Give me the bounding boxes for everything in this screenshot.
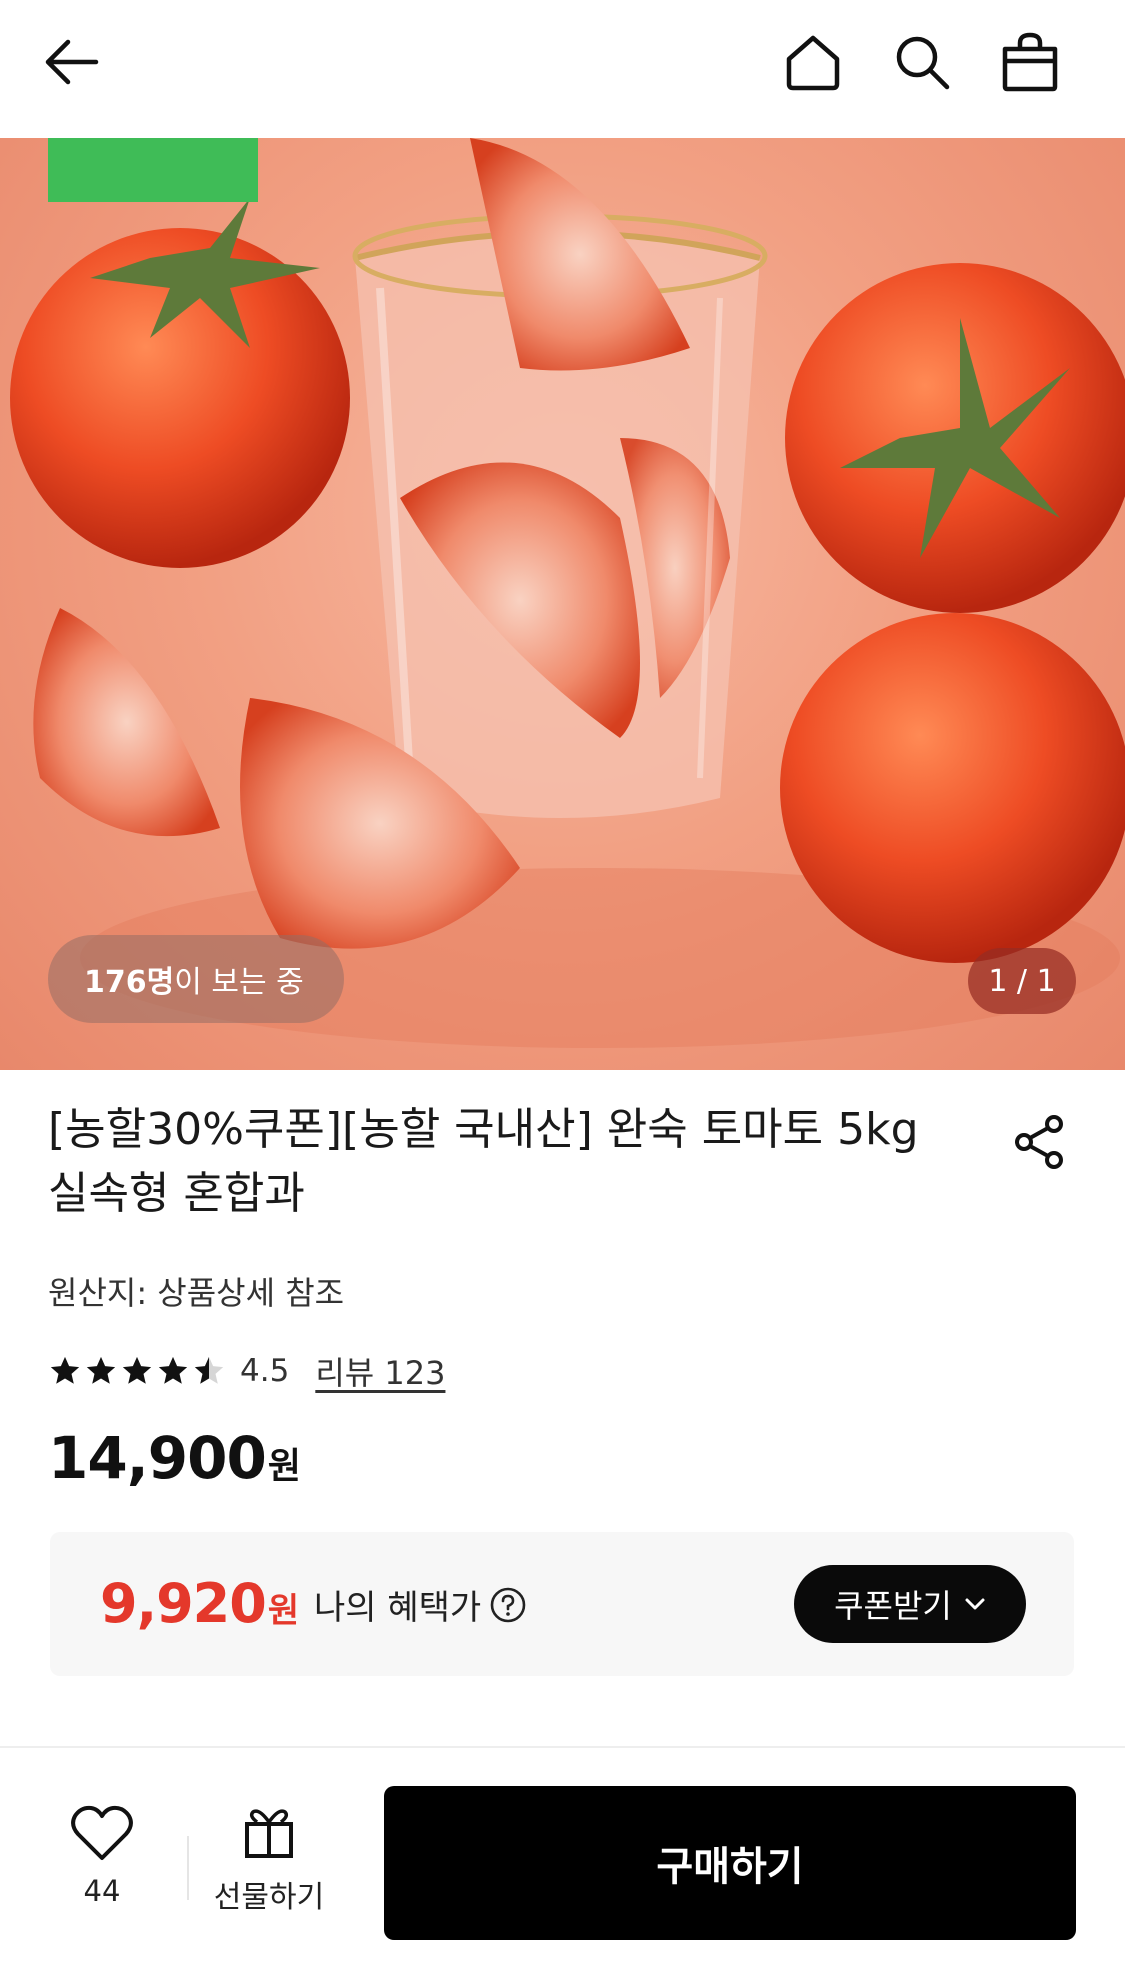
star-icon <box>50 1356 80 1384</box>
star-icon <box>86 1356 116 1384</box>
home-icon <box>786 35 840 91</box>
price-number: 14,900 <box>48 1424 267 1492</box>
like-count: 44 <box>83 1874 121 1908</box>
buy-button[interactable]: 구매하기 <box>384 1786 1076 1940</box>
gift-button[interactable]: 선물하기 <box>198 1804 340 1944</box>
origin-info: 원산지: 상품상세 참조 <box>48 1274 345 1312</box>
benefit-price-box: 9,920 원 나의 혜택가 쿠폰받기 <box>50 1532 1074 1676</box>
product-photo <box>10 138 1125 1048</box>
cart-button[interactable] <box>990 22 1070 102</box>
rating-value: 4.5 <box>240 1353 290 1389</box>
image-pager: 1 / 1 <box>968 948 1076 1014</box>
benefit-label: 나의 혜택가 <box>314 1588 482 1628</box>
heart-icon <box>71 1805 133 1860</box>
arrow-left-icon <box>45 39 99 85</box>
review-link[interactable]: 리뷰 123 <box>315 1348 445 1394</box>
chevron-down-icon <box>965 1598 985 1610</box>
promo-badge <box>48 138 258 202</box>
product-detail-page: 176명 이 보는 중 1 / 1 [농할30%쿠폰][농할 국내산] 완숙 토… <box>0 0 1125 1979</box>
original-price: 14,900 원 <box>48 1424 301 1492</box>
product-image-carousel[interactable]: 176명 이 보는 중 1 / 1 <box>0 138 1125 1070</box>
search-button[interactable] <box>882 22 962 102</box>
back-button[interactable] <box>32 22 112 102</box>
viewer-count-badge: 176명 이 보는 중 <box>48 935 344 1023</box>
bottom-bar-separator <box>187 1836 189 1900</box>
bottom-bar-divider <box>0 1746 1125 1748</box>
benefit-price-number: 9,920 <box>100 1572 267 1635</box>
benefit-price: 9,920 원 <box>100 1572 299 1635</box>
question-circle-icon[interactable] <box>489 1586 527 1624</box>
star-icon <box>122 1356 152 1384</box>
star-icon <box>158 1356 188 1384</box>
home-button[interactable] <box>773 22 853 102</box>
benefit-price-unit: 원 <box>267 1591 300 1631</box>
shopping-bag-icon <box>1002 32 1058 92</box>
share-icon <box>1015 1115 1063 1169</box>
price-unit: 원 <box>267 1446 301 1487</box>
top-app-bar <box>0 0 1125 138</box>
gift-label: 선물하기 <box>213 1880 325 1915</box>
rating-stars <box>48 1354 226 1388</box>
share-button[interactable] <box>1008 1110 1072 1174</box>
product-title: [농할30%쿠폰][농할 국내산] 완숙 토마토 5kg 실속형 혼합과 <box>48 1104 919 1219</box>
viewer-suffix: 이 보는 중 <box>174 965 304 1000</box>
rating-row: 4.5 리뷰 123 <box>48 1348 445 1394</box>
gift-icon <box>245 1809 293 1858</box>
search-icon <box>896 36 950 90</box>
star-icon <box>194 1356 224 1384</box>
coupon-button-label: 쿠폰받기 <box>834 1587 952 1625</box>
coupon-button[interactable]: 쿠폰받기 <box>794 1565 1026 1643</box>
like-button[interactable]: 44 <box>54 1804 150 1944</box>
viewer-count: 176명 <box>84 965 175 1000</box>
benefit-label-group: 나의 혜택가 <box>314 1580 527 1629</box>
